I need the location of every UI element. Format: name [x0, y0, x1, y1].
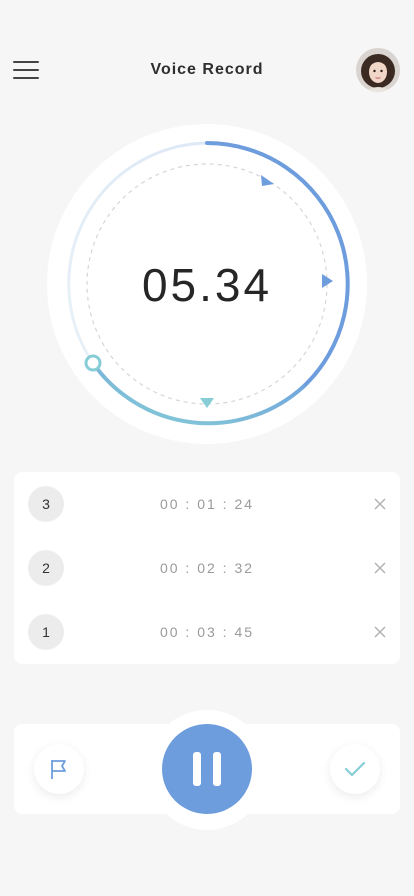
page-title: Voice Record	[150, 61, 264, 78]
pause-button[interactable]	[162, 724, 252, 814]
list-item: 2 00 : 02 : 32	[14, 536, 400, 600]
close-icon[interactable]	[372, 496, 388, 512]
flag-icon	[51, 760, 66, 779]
lap-list: 3 00 : 01 : 24 2 00 : 02 : 32 1 00 : 03 …	[14, 472, 400, 664]
close-icon[interactable]	[372, 624, 388, 640]
flag-button[interactable]	[34, 744, 84, 794]
user-avatar-icon	[356, 48, 400, 92]
list-item: 1 00 : 03 : 45	[14, 600, 400, 664]
avatar[interactable]	[356, 48, 400, 92]
recording-dial: 05.34	[47, 124, 367, 444]
lap-time: 00 : 01 : 24	[159, 496, 255, 512]
elapsed-time: 05.34	[141, 259, 273, 311]
done-button[interactable]	[330, 744, 380, 794]
check-icon	[344, 761, 366, 777]
lap-time: 00 : 03 : 45	[159, 624, 255, 640]
header: Voice Record	[0, 0, 414, 140]
close-icon[interactable]	[372, 560, 388, 576]
list-item: 3 00 : 01 : 24	[14, 472, 400, 536]
lap-time: 00 : 02 : 32	[159, 560, 255, 576]
pause-icon	[193, 752, 201, 786]
